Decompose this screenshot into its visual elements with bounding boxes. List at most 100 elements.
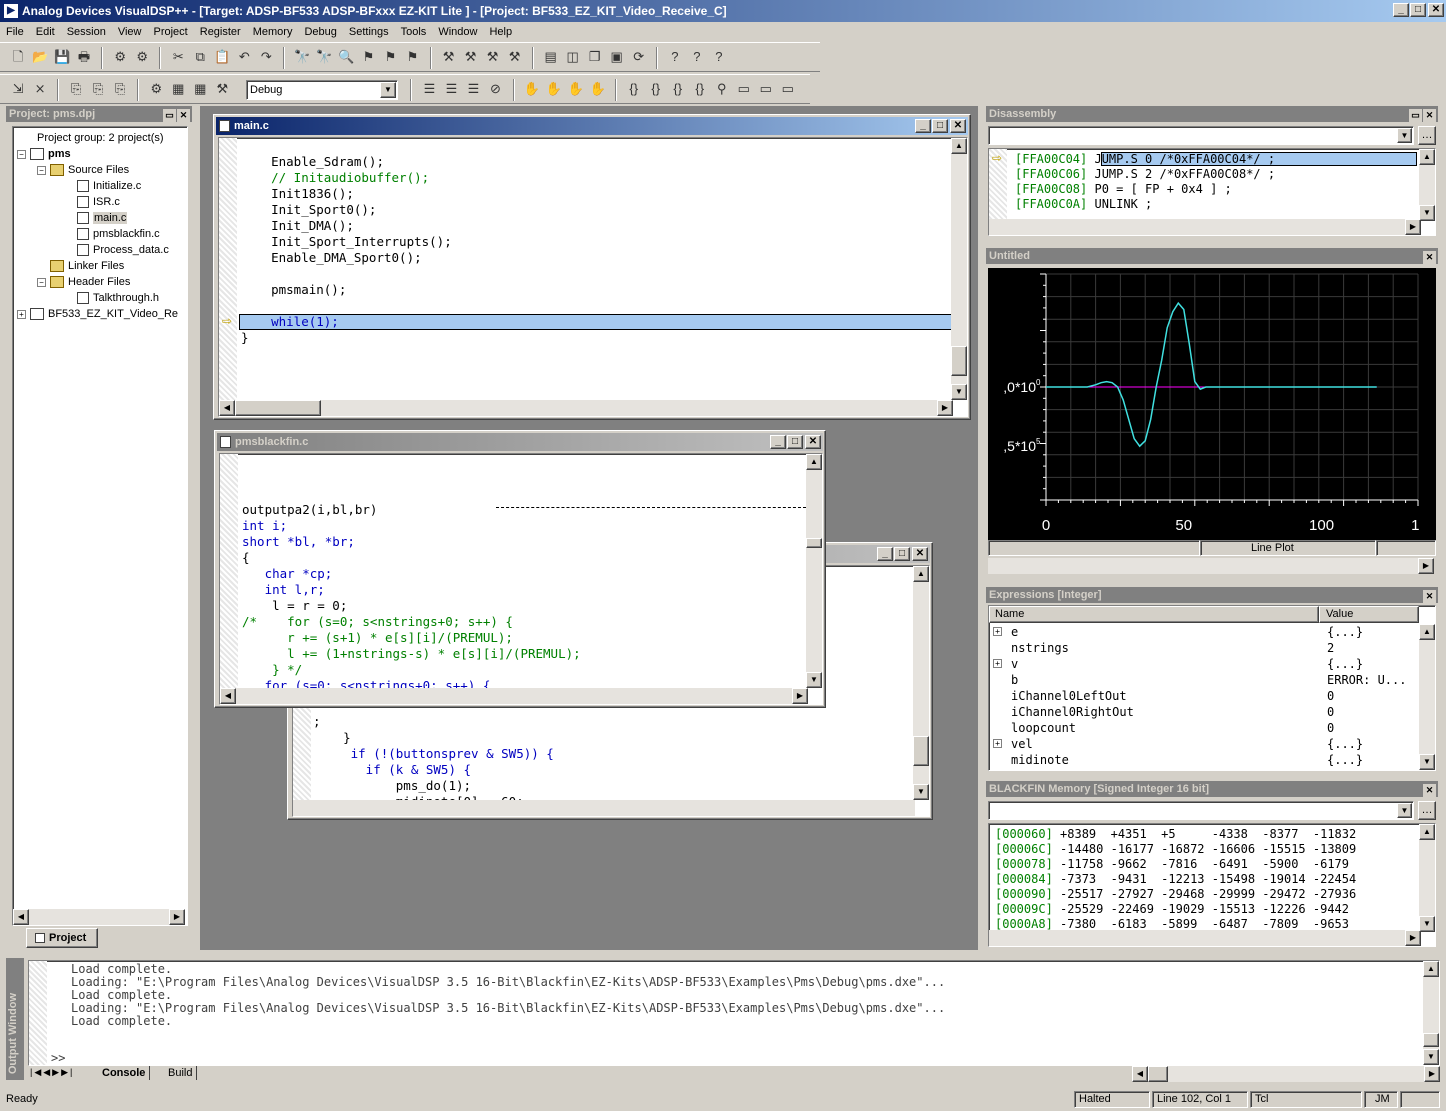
plot-hscroll[interactable]: ▶ [988, 558, 1434, 574]
scroll-right-button[interactable]: ▶ [1405, 930, 1421, 946]
scroll-down-button[interactable]: ▼ [913, 784, 929, 800]
disassembly-row[interactable]: [FFA00C08] P0 = [ FP + 0x4 ] ; [1015, 182, 1275, 197]
disassembly-row[interactable]: [FFA00C0A] UNLINK ; [1015, 197, 1275, 212]
whats-this-icon[interactable]: ? [665, 47, 685, 67]
scroll-up-button[interactable]: ▲ [951, 138, 967, 154]
output-hscroll[interactable]: ◀ ▶ [1132, 1066, 1440, 1082]
find-files-icon[interactable]: 🔍 [336, 47, 356, 67]
pane-close-button[interactable]: ✕ [177, 109, 190, 122]
minimize-button[interactable]: _ [877, 547, 893, 561]
main-c-editor[interactable]: ⇨ Enable_Sdram(); // Initaudiobuffer(); … [218, 137, 968, 417]
menu-edit[interactable]: Edit [30, 22, 61, 42]
plot-icon[interactable]: ▭ [778, 79, 798, 99]
open-folder-icon[interactable]: 📂 [30, 47, 50, 67]
expression-row[interactable]: + v {...} [989, 656, 1419, 672]
tree-project-other[interactable]: + BF533_EZ_KIT_Video_Re [17, 306, 187, 322]
new-file-icon[interactable]: 🗋 [8, 47, 28, 67]
debug-icon[interactable]: ⚙ [110, 47, 130, 67]
tree-file[interactable]: Initialize.c [17, 178, 187, 194]
pmsblackfin-title[interactable]: pmsblackfin.c _ □ ✕ [217, 433, 823, 451]
memory-address-combo[interactable]: ▼ [988, 801, 1414, 820]
memory-row[interactable]: [000078] -11758 -9662 -7816 -6491 -5900 … [995, 857, 1356, 872]
context-help-icon[interactable]: ? [687, 47, 707, 67]
minimize-button[interactable]: _ [1393, 3, 1409, 17]
output-vscroll[interactable]: ▲ ▼ [1423, 961, 1439, 1065]
main-c-title[interactable]: main.c _ □ ✕ [216, 117, 968, 135]
disassembly-vscroll[interactable]: ▲ ▼ [1419, 149, 1435, 221]
memory-row[interactable]: [000084] -7373 -9431 -12213 -15498 -1901… [995, 872, 1356, 887]
scroll-down-button[interactable]: ▼ [1423, 1049, 1439, 1065]
pane-restore-button[interactable]: ▭ [1409, 109, 1422, 122]
tab-build[interactable]: Build [168, 1066, 198, 1080]
console-prompt[interactable]: >> [51, 1051, 65, 1065]
build-project-icon[interactable]: ⚙ [146, 79, 166, 99]
menu-help[interactable]: Help [483, 22, 518, 42]
scroll-right-button[interactable]: ▶ [792, 688, 808, 704]
tree-file[interactable]: Talkthrough.h [17, 290, 187, 306]
pane-close-button[interactable]: ✕ [1423, 251, 1436, 264]
scroll-left-button[interactable]: ◀ [219, 400, 235, 416]
reset-icon[interactable]: ⊘ [486, 79, 506, 99]
disassembly-row[interactable]: [FFA00C04] JUMP.S 0 /*0xFFA00C04*/ ; [1015, 152, 1275, 167]
scroll-down-button[interactable]: ▼ [1419, 754, 1435, 770]
bookmark-icon[interactable]: ⚑ [358, 47, 378, 67]
background-hscroll[interactable] [293, 800, 915, 816]
refresh-icon[interactable]: ⟳ [629, 47, 649, 67]
scroll-right-button[interactable]: ▶ [1418, 558, 1434, 574]
main-c-vscroll[interactable]: ▲ ▼ [951, 138, 967, 400]
scroll-up-button[interactable]: ▲ [806, 454, 822, 470]
scroll-up-button[interactable]: ▲ [913, 566, 929, 582]
maximize-button[interactable]: □ [894, 547, 910, 561]
scroll-left-button[interactable]: ◀ [220, 688, 236, 704]
tree-file-selected[interactable]: main.c [17, 210, 187, 226]
disassembly-hscroll[interactable]: ▶ [989, 219, 1421, 235]
tree-file[interactable]: Process_data.c [17, 242, 187, 258]
project-deps-icon[interactable]: ⎘ [110, 79, 130, 99]
pane-close-button[interactable]: ✕ [1423, 784, 1436, 797]
memory-row[interactable]: [00009C] -25529 -22469 -19029 -15513 -12… [995, 902, 1356, 917]
window-split-icon[interactable]: ◫ [563, 47, 583, 67]
scroll-left-button[interactable]: ◀ [13, 909, 29, 925]
scroll-down-button[interactable]: ▼ [951, 384, 967, 400]
close-button[interactable]: ✕ [1428, 3, 1444, 17]
collapse-icon[interactable]: − [37, 165, 46, 175]
scroll-thumb[interactable] [806, 538, 822, 548]
paste-icon[interactable]: 📋 [212, 47, 232, 67]
step-into-icon[interactable]: {} [624, 79, 644, 99]
scroll-up-button[interactable]: ▲ [1419, 624, 1435, 640]
prev-bookmark-icon[interactable]: ⚑ [402, 47, 422, 67]
pane-restore-button[interactable]: ▭ [163, 109, 176, 122]
watch-icon[interactable]: ⚲ [712, 79, 732, 99]
breakpoint-icon[interactable]: ✋ [566, 79, 586, 99]
minimize-button[interactable]: _ [915, 119, 931, 133]
menu-view[interactable]: View [112, 22, 148, 42]
line-plot[interactable]: ,0*10 0,5*10 50 50 100 1 [988, 268, 1436, 540]
tree-project-pms[interactable]: − pms [17, 146, 187, 162]
step-over-icon[interactable]: {} [646, 79, 666, 99]
expressions-vscroll[interactable]: ▲ ▼ [1419, 624, 1435, 770]
scroll-thumb[interactable] [1148, 1066, 1168, 1082]
menu-project[interactable]: Project [148, 22, 194, 42]
halt-icon[interactable]: ✋ [544, 79, 564, 99]
chevron-down-icon[interactable]: ▼ [380, 82, 396, 98]
disassembly-address-combo[interactable]: ▼ [988, 126, 1414, 145]
clean-icon[interactable]: ⚒ [212, 79, 232, 99]
memory-row[interactable]: [000090] -25517 -27927 -29468 -29999 -29… [995, 887, 1356, 902]
main-c-hscroll[interactable]: ◀ ▶ [219, 400, 953, 416]
run-icon[interactable]: ✋ [522, 79, 542, 99]
close-program-icon[interactable]: ⨯ [30, 79, 50, 99]
menu-tools[interactable]: Tools [395, 22, 433, 42]
find-icon[interactable]: 🔭 [292, 47, 312, 67]
tree-header-files[interactable]: − Header Files [17, 274, 187, 290]
scroll-right-button[interactable]: ▶ [169, 909, 185, 925]
close-button[interactable]: ✕ [805, 435, 821, 449]
config-select[interactable]: Debug ▼ [246, 80, 398, 100]
pmsblackfin-editor[interactable]: outputpa2(i,bl,br) int i; short *bl, *br;{… [219, 453, 823, 705]
build-all-icon[interactable]: ▦ [168, 79, 188, 99]
find-next-icon[interactable]: 🔭 [314, 47, 334, 67]
menu-session[interactable]: Session [61, 22, 112, 42]
project-tab[interactable]: Project [26, 928, 98, 948]
project-icon[interactable]: ⎘ [66, 79, 86, 99]
pane-close-button[interactable]: ✕ [1423, 590, 1436, 603]
build-icon[interactable]: ⚒ [439, 47, 459, 67]
